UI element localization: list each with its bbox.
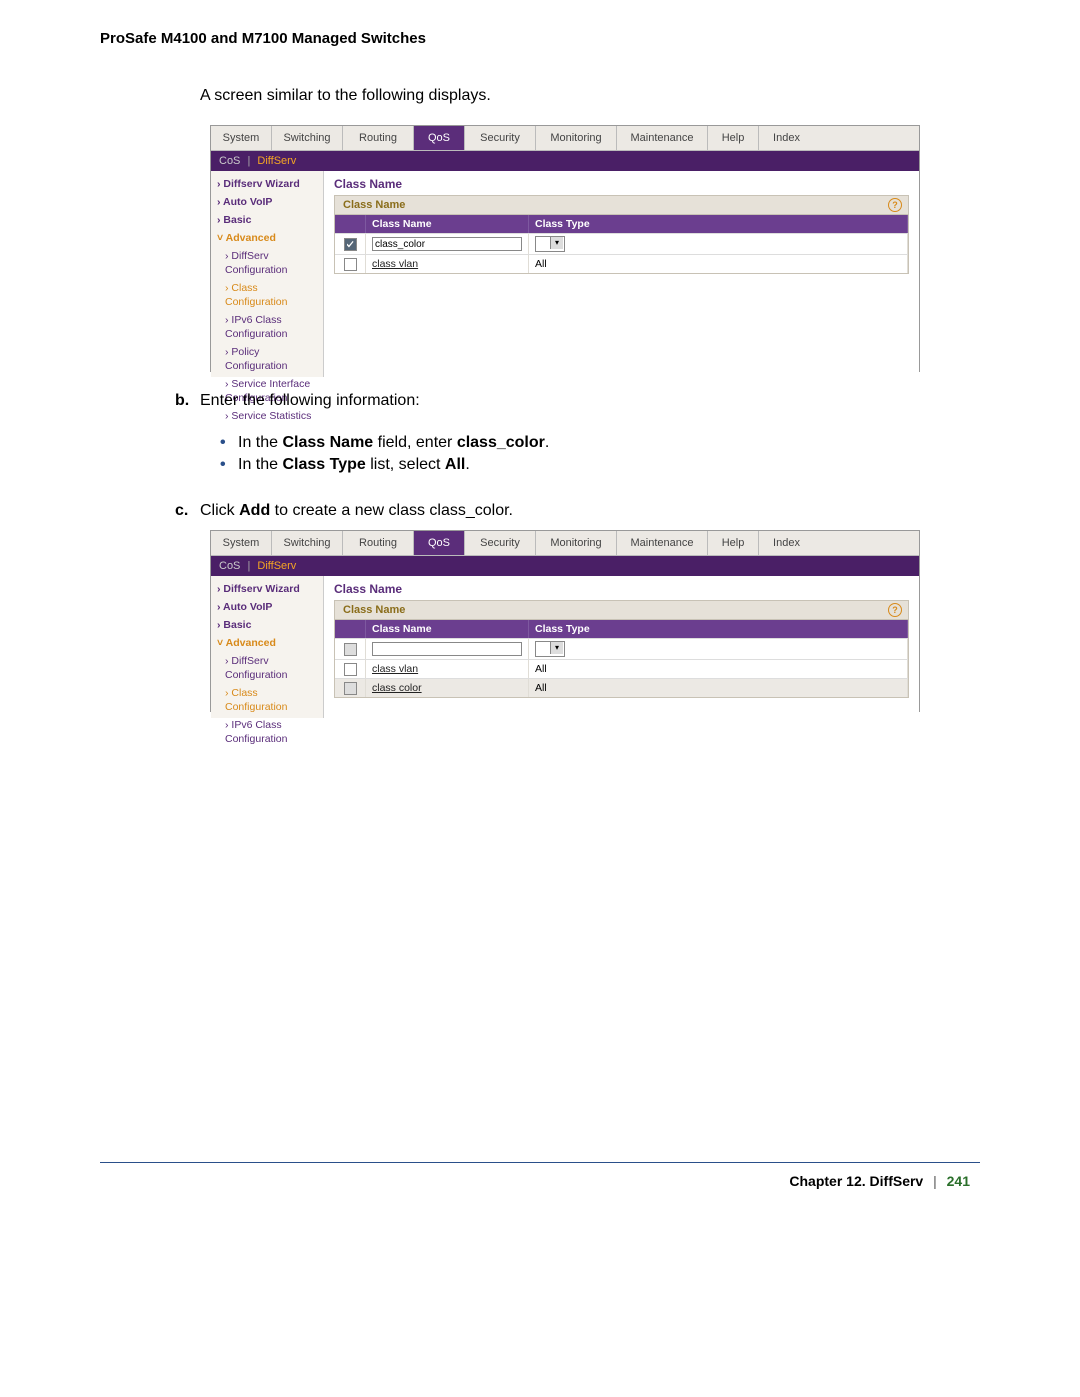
- sidebar-item[interactable]: IPv6 Class Configuration: [211, 311, 323, 343]
- step-b-label: b.: [175, 392, 200, 410]
- sidebar: Diffserv Wizard Auto VoIP Basic Advanced…: [211, 576, 324, 718]
- tab-qos[interactable]: QoS: [414, 126, 465, 150]
- tab-routing[interactable]: Routing: [343, 126, 414, 150]
- grid-input-row: [335, 233, 908, 254]
- tab-routing[interactable]: Routing: [343, 531, 414, 555]
- row-checkbox[interactable]: [344, 643, 357, 656]
- sidebar-item[interactable]: DiffServ Configuration: [211, 652, 323, 684]
- tab-switching[interactable]: Switching: [272, 126, 343, 150]
- subtab-cos[interactable]: CoS: [219, 155, 240, 167]
- grid-data-row: class vlan All: [335, 254, 908, 273]
- sidebar-item[interactable]: Diffserv Wizard: [211, 580, 323, 598]
- subtab-sep: |: [243, 155, 254, 167]
- class-type-select[interactable]: [535, 641, 565, 657]
- tab-help[interactable]: Help: [708, 126, 759, 150]
- class-name-cell[interactable]: class color: [366, 679, 529, 697]
- subtab-diffserv[interactable]: DiffServ: [257, 155, 296, 167]
- sidebar-item[interactable]: Basic: [211, 616, 323, 634]
- bullet-1: In the Class Name field, enter class_col…: [220, 432, 920, 454]
- col-check-header: [335, 215, 366, 233]
- help-icon[interactable]: ?: [888, 603, 902, 617]
- class-grid: Class Name Class Type class vlan All: [334, 215, 909, 274]
- col-name-header: Class Name: [366, 215, 529, 233]
- tab-maintenance[interactable]: Maintenance: [617, 126, 708, 150]
- screenshot-2: System Switching Routing QoS Security Mo…: [210, 530, 920, 712]
- class-type-cell: All: [529, 660, 908, 678]
- row-checkbox[interactable]: [344, 258, 357, 271]
- col-type-header: Class Type: [529, 620, 908, 638]
- panel-title: Class Name: [334, 177, 909, 195]
- sidebar-item[interactable]: Basic: [211, 211, 323, 229]
- footer-sep: |: [927, 1173, 943, 1189]
- bullet-2: In the Class Type list, select All.: [220, 454, 920, 476]
- tab-index[interactable]: Index: [759, 126, 814, 150]
- tab-switching[interactable]: Switching: [272, 531, 343, 555]
- class-name-input[interactable]: [372, 642, 522, 656]
- class-type-cell: All: [529, 679, 908, 697]
- tab-help[interactable]: Help: [708, 531, 759, 555]
- tab-bar: System Switching Routing QoS Security Mo…: [211, 126, 919, 151]
- sidebar-item[interactable]: Auto VoIP: [211, 598, 323, 616]
- help-icon[interactable]: ?: [888, 198, 902, 212]
- sidebar-item[interactable]: Advanced: [211, 634, 323, 652]
- tab-maintenance[interactable]: Maintenance: [617, 531, 708, 555]
- sidebar-item[interactable]: Class Configuration: [211, 279, 323, 311]
- sidebar-item[interactable]: Diffserv Wizard: [211, 175, 323, 193]
- tab-security[interactable]: Security: [465, 126, 536, 150]
- col-check-header: [335, 620, 366, 638]
- panel-title: Class Name: [334, 582, 909, 600]
- tab-qos[interactable]: QoS: [414, 531, 465, 555]
- subtab-sep: |: [243, 560, 254, 572]
- main-panel: Class Name Class Name ? Class Name Class…: [324, 171, 919, 377]
- sidebar-item[interactable]: Advanced: [211, 229, 323, 247]
- intro-text: A screen similar to the following displa…: [100, 87, 920, 115]
- sidebar-item[interactable]: Policy Configuration: [211, 343, 323, 375]
- row-checkbox[interactable]: [344, 663, 357, 676]
- main-panel: Class Name Class Name ? Class Name Class…: [324, 576, 919, 718]
- tab-monitoring[interactable]: Monitoring: [536, 531, 617, 555]
- class-type-select[interactable]: [535, 236, 565, 252]
- row-checkbox[interactable]: [344, 682, 357, 695]
- tab-monitoring[interactable]: Monitoring: [536, 126, 617, 150]
- grid-data-row: class color All: [335, 678, 908, 697]
- subtab-cos[interactable]: CoS: [219, 560, 240, 572]
- tab-security[interactable]: Security: [465, 531, 536, 555]
- panel-subtitle: Class Name ?: [334, 600, 909, 620]
- footer-page: 241: [947, 1173, 970, 1189]
- step-c-label: c.: [175, 502, 200, 520]
- tab-bar: System Switching Routing QoS Security Mo…: [211, 531, 919, 556]
- sidebar-item[interactable]: Auto VoIP: [211, 193, 323, 211]
- screenshot-1: System Switching Routing QoS Security Mo…: [210, 125, 920, 372]
- class-type-cell: All: [529, 255, 908, 273]
- panel-subtitle: Class Name ?: [334, 195, 909, 215]
- footer: Chapter 12. DiffServ | 241: [0, 1163, 1080, 1189]
- sub-tab-bar: CoS | DiffServ: [211, 151, 919, 171]
- row-checkbox[interactable]: [344, 238, 357, 251]
- panel-subtitle-text: Class Name: [343, 604, 405, 616]
- tab-system[interactable]: System: [211, 126, 272, 150]
- sidebar-item[interactable]: IPv6 Class Configuration: [211, 716, 323, 748]
- col-type-header: Class Type: [529, 215, 908, 233]
- grid-data-row: class vlan All: [335, 659, 908, 678]
- subtab-diffserv[interactable]: DiffServ: [257, 560, 296, 572]
- step-b-bullets: In the Class Name field, enter class_col…: [100, 426, 920, 476]
- class-grid: Class Name Class Type class vlan All: [334, 620, 909, 698]
- sub-tab-bar: CoS | DiffServ: [211, 556, 919, 576]
- sidebar-item[interactable]: DiffServ Configuration: [211, 247, 323, 279]
- class-name-input[interactable]: [372, 237, 522, 251]
- tab-system[interactable]: System: [211, 531, 272, 555]
- tab-index[interactable]: Index: [759, 531, 814, 555]
- col-name-header: Class Name: [366, 620, 529, 638]
- sidebar-item[interactable]: Class Configuration: [211, 684, 323, 716]
- panel-subtitle-text: Class Name: [343, 199, 405, 211]
- sidebar: Diffserv Wizard Auto VoIP Basic Advanced…: [211, 171, 324, 377]
- class-name-cell[interactable]: class vlan: [366, 255, 529, 273]
- footer-chapter: Chapter 12. DiffServ: [789, 1173, 923, 1189]
- step-c: c.Click Add to create a new class class_…: [100, 492, 920, 520]
- step-b-text: Enter the following information:: [200, 392, 420, 409]
- doc-header: ProSafe M4100 and M7100 Managed Switches: [0, 30, 1080, 57]
- grid-input-row: [335, 638, 908, 659]
- class-name-cell[interactable]: class vlan: [366, 660, 529, 678]
